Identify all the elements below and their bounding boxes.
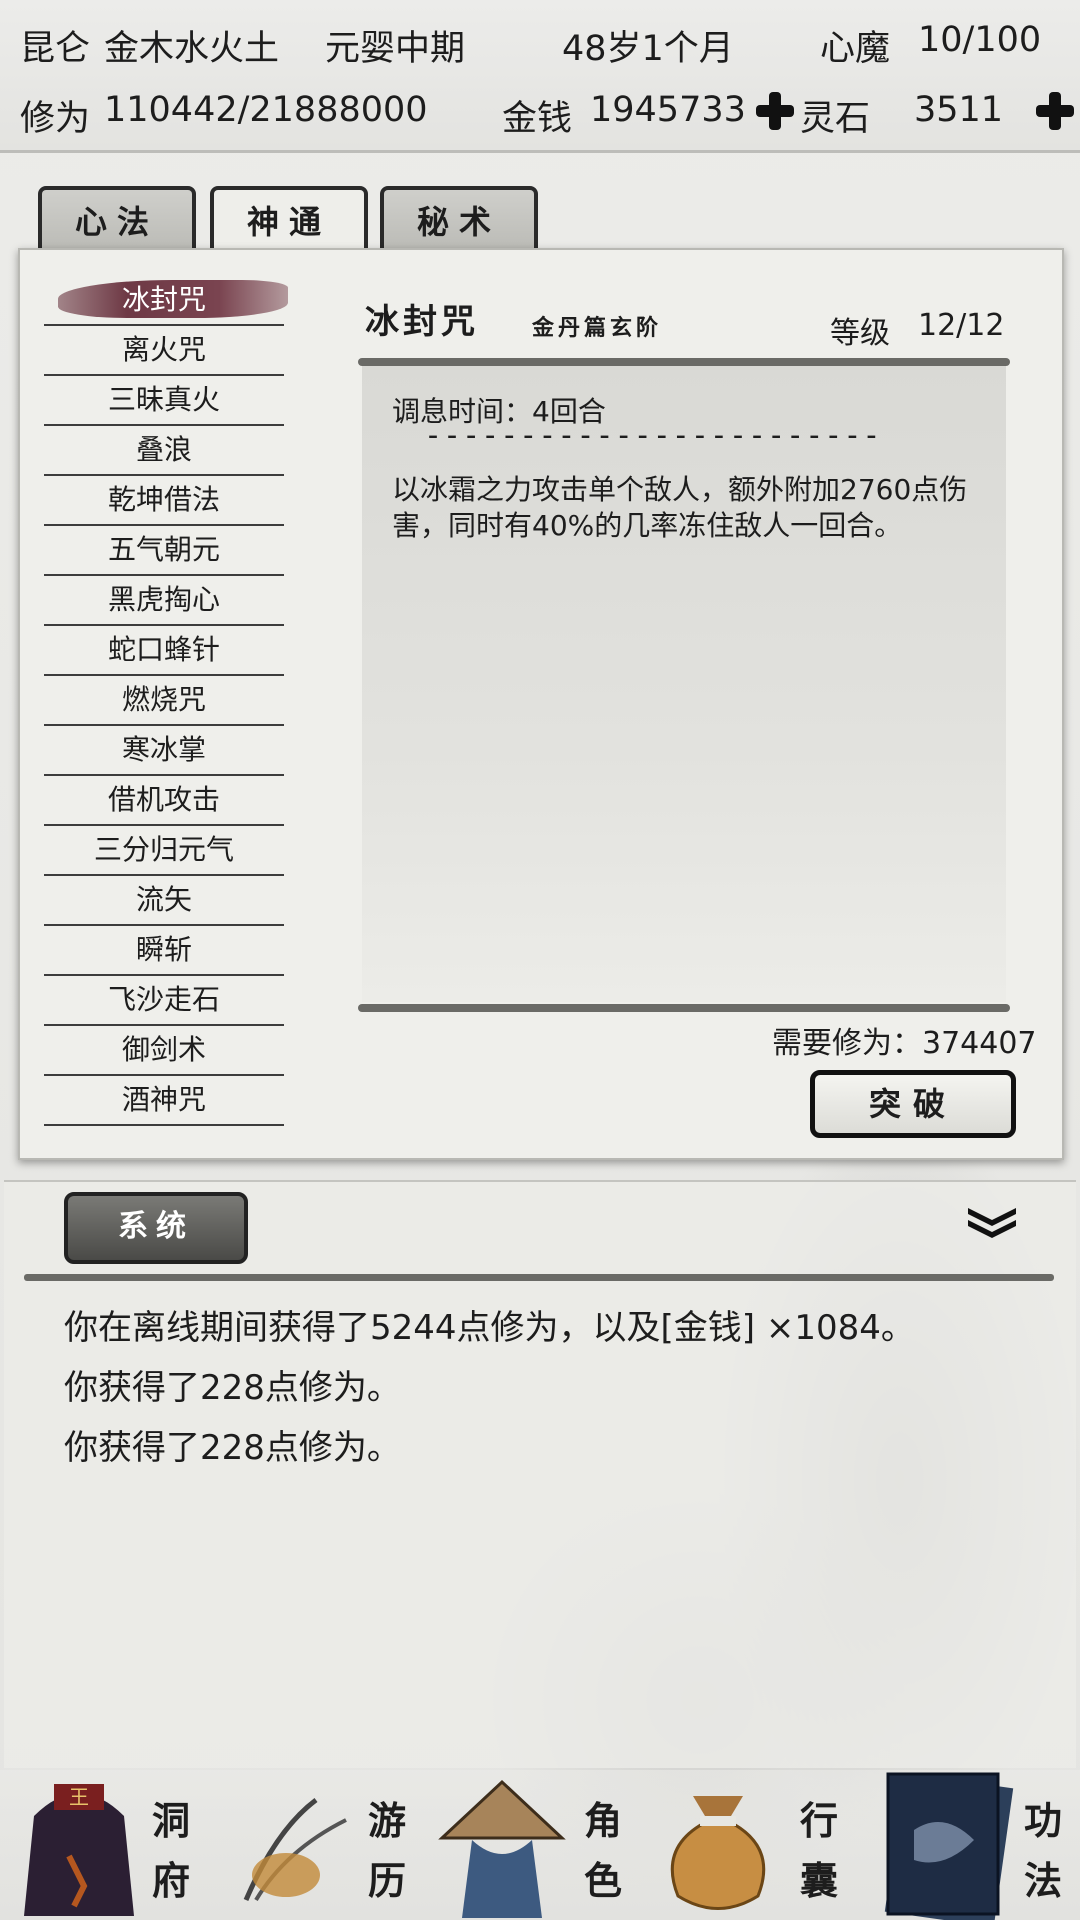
log-line: 你获得了228点修为。: [64, 1428, 401, 1468]
skill-item[interactable]: 燃烧咒: [44, 676, 284, 726]
nav-bag[interactable]: 行 囊: [648, 1770, 864, 1920]
cave-dwelling-icon: 王: [24, 1784, 134, 1916]
skill-item[interactable]: 飞沙走石: [44, 976, 284, 1026]
nav-character[interactable]: 角 色: [432, 1770, 648, 1920]
skill-item[interactable]: 五气朝元: [44, 526, 284, 576]
skill-item[interactable]: 酒神咒: [44, 1076, 284, 1126]
age: 48岁1个月: [562, 29, 734, 69]
skill-list: 冰封咒 离火咒 三昧真火 叠浪 乾坤借法 五气朝元 黑虎掏心 蛇口蜂针 燃烧咒 …: [44, 276, 288, 1126]
skill-item[interactable]: 瞬斩: [44, 926, 284, 976]
travel-icon: [243, 1798, 347, 1902]
double-chevron-down-icon[interactable]: [964, 1204, 1020, 1240]
add-money-icon[interactable]: [756, 92, 794, 130]
skill-label: 三昧真火: [107, 383, 220, 416]
skill-label: 叠浪: [135, 433, 192, 466]
scroll-rod-bottom: [358, 1004, 1010, 1012]
character-icon: [438, 1779, 566, 1918]
skill-item-selected[interactable]: 冰封咒: [44, 276, 288, 326]
heart-demon-label: 心魔: [820, 29, 891, 69]
skill-label: 酒神咒: [121, 1083, 206, 1116]
heart-demon-value: 10/100: [918, 20, 1042, 60]
skill-item[interactable]: 叠浪: [44, 426, 284, 476]
skill-label: 御剑术: [121, 1033, 206, 1066]
skill-item[interactable]: 流矢: [44, 876, 284, 926]
spirit-stone-label: 灵石: [800, 99, 871, 139]
skill-label: 流矢: [135, 883, 192, 916]
skill-item[interactable]: 离火咒: [44, 326, 284, 376]
log-line: 你在离线期间获得了5244点修为，以及[金钱] ×1084。: [64, 1308, 915, 1348]
sect-name: 昆仑: [20, 29, 91, 69]
skill-item[interactable]: 借机攻击: [44, 776, 284, 826]
system-tab[interactable]: 系统: [64, 1192, 248, 1264]
spirit-stone-value: 3511: [914, 90, 1004, 130]
skill-item[interactable]: 三昧真火: [44, 376, 284, 426]
dashed-divider: ------------------------: [424, 418, 882, 453]
skill-label: 飞沙走石: [107, 983, 220, 1016]
skill-item[interactable]: 黑虎掏心: [44, 576, 284, 626]
system-log-panel: 系统 你在离线期间获得了5244点修为，以及[金钱] ×1084。 你获得了22…: [4, 1180, 1076, 1768]
nav-techniques[interactable]: 功 法: [864, 1770, 1080, 1920]
skill-label: 冰封咒: [121, 283, 206, 316]
skill-label: 瞬斩: [135, 933, 192, 966]
log-line: 你获得了228点修为。: [64, 1368, 401, 1408]
nav-char: 功: [1024, 1798, 1063, 1843]
add-spirit-stone-icon[interactable]: [1036, 92, 1074, 130]
required-cultivation: 需要修为：374407: [772, 1026, 1037, 1061]
scroll-book-icon: [884, 1772, 1014, 1920]
skill-label: 五气朝元: [107, 533, 220, 566]
level-value: 12/12: [918, 308, 1005, 343]
nav-char: 法: [1024, 1858, 1063, 1903]
skill-label: 乾坤借法: [107, 483, 220, 516]
breakthrough-button[interactable]: 突破: [810, 1070, 1016, 1138]
tab-secret-art[interactable]: 秘术: [380, 186, 538, 256]
skill-item[interactable]: 寒冰掌: [44, 726, 284, 776]
money-label: 金钱: [502, 99, 573, 139]
nav-char: 囊: [800, 1858, 839, 1903]
log-divider: [24, 1274, 1054, 1281]
skill-label: 借机攻击: [107, 783, 220, 816]
level-label: 等级: [830, 316, 890, 351]
bag-icon: [670, 1796, 766, 1910]
skill-name: 冰封咒: [365, 302, 479, 342]
nav-char: 行: [800, 1798, 839, 1843]
svg-text:王: 王: [69, 1785, 89, 1809]
skill-label: 蛇口蜂针: [107, 633, 220, 666]
skill-label: 燃烧咒: [121, 683, 206, 716]
skill-item[interactable]: 御剑术: [44, 1026, 284, 1076]
skill-item[interactable]: 三分归元气: [44, 826, 284, 876]
nav-char: 府: [152, 1858, 191, 1903]
tab-mind-method[interactable]: 心法: [38, 186, 196, 256]
skill-category: 金丹篇玄阶: [532, 315, 663, 341]
bottom-nav: 王 洞 府 游 历 角 色 行 囊 功 法: [0, 1770, 1080, 1920]
cultivation-label: 修为: [20, 99, 91, 139]
status-bar: 昆仑 金木水火土 元婴中期 48岁1个月 心魔 10/100 修为 110442…: [0, 0, 1080, 153]
skill-label: 寒冰掌: [121, 733, 206, 766]
nav-char: 游: [368, 1798, 407, 1843]
elements: 金木水火土: [104, 29, 280, 69]
nav-char: 历: [368, 1858, 407, 1903]
nav-char: 洞: [152, 1798, 191, 1843]
skill-item[interactable]: 蛇口蜂针: [44, 626, 284, 676]
skill-label: 三分归元气: [93, 833, 234, 866]
nav-travel[interactable]: 游 历: [216, 1770, 432, 1920]
skill-label: 离火咒: [121, 333, 206, 366]
scroll-rod-top: [358, 358, 1010, 366]
money-value: 1945733: [590, 90, 746, 130]
realm: 元婴中期: [325, 29, 466, 69]
skill-panel: 冰封咒 离火咒 三昧真火 叠浪 乾坤借法 五气朝元 黑虎掏心 蛇口蜂针 燃烧咒 …: [18, 248, 1064, 1160]
skill-description-box: 调息时间：4回合 ------------------------ 以冰霜之力攻…: [362, 366, 1006, 1002]
nav-char: 色: [584, 1858, 623, 1903]
skill-label: 黑虎掏心: [107, 583, 220, 616]
cultivation-value: 110442/21888000: [104, 90, 428, 130]
nav-cave-dwelling[interactable]: 王 洞 府: [0, 1770, 216, 1920]
nav-char: 角: [584, 1798, 623, 1843]
skill-item[interactable]: 乾坤借法: [44, 476, 284, 526]
skill-description: 以冰霜之力攻击单个敌人，额外附加2760点伤害，同时有40%的几率冻住敌人一回合…: [392, 473, 968, 542]
